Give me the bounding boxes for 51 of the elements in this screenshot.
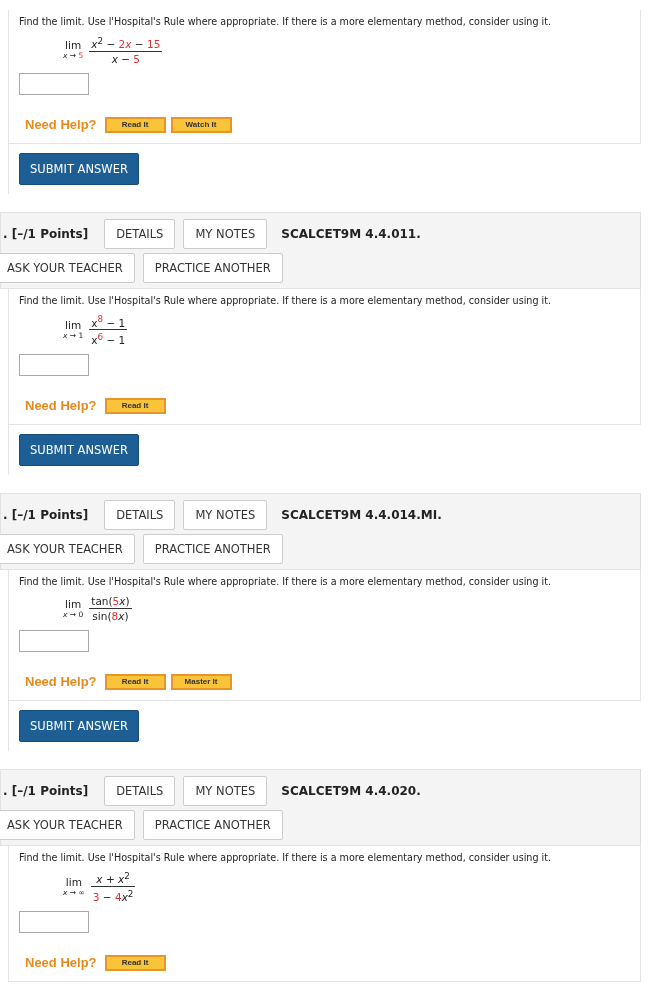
action-button[interactable]: PRACTICE ANOTHER (142, 809, 283, 840)
header-button[interactable]: MY NOTES (183, 775, 268, 806)
help-button[interactable]: Read It (104, 116, 166, 133)
question-code: SCALCET9M 4.4.020. (281, 783, 421, 798)
numerator: tan(5x) (90, 594, 131, 607)
question-code: SCALCET9M 4.4.014.MI. (281, 507, 442, 522)
denominator: sin(8x) (91, 609, 130, 622)
denominator: 3 − 4x$^{2}$ (91, 888, 135, 903)
header-button[interactable]: MY NOTES (183, 499, 268, 530)
header-button[interactable]: DETAILS (104, 775, 176, 806)
instruction-text: Find the limit. Use l'Hospital's Rule where appropriate. If there is a more elementary method, consider using it. (19, 16, 553, 27)
need-help-label: Need Help? (25, 955, 97, 970)
submit-button[interactable]: SUBMIT ANSWER (19, 433, 139, 466)
numerator: x$^{2}$ − 2x − 15 (90, 35, 162, 50)
answer-field[interactable] (19, 629, 89, 652)
limit-symbol: lim (65, 319, 82, 331)
limit-symbol: lim (65, 876, 82, 888)
numerator: x + x$^{2}$ (95, 870, 131, 885)
points-label: . [–/1 Points] (3, 507, 89, 522)
question-code: SCALCET9M 4.4.011. (281, 226, 421, 241)
instruction-text: Find the limit. Use l'Hospital's Rule where appropriate. If there is a more elementary method, consider using it. (19, 294, 553, 306)
answer-field[interactable] (19, 72, 89, 95)
need-help-label: Need Help? (25, 117, 97, 132)
need-help-label: Need Help? (25, 674, 97, 689)
help-button[interactable]: Read It (104, 673, 166, 690)
limit-symbol: lim (65, 39, 82, 52)
answer-field[interactable] (19, 353, 89, 376)
denominator: x − 5 (110, 52, 141, 65)
points-label: . [–/1 Points] (3, 783, 89, 798)
answer-field[interactable] (19, 910, 89, 933)
submit-button[interactable]: SUBMIT ANSWER (19, 152, 139, 185)
numerator: x$^{8}$ − 1 (90, 313, 127, 328)
denominator: x$^{6}$ − 1 (90, 331, 127, 346)
help-button[interactable]: Read It (104, 397, 166, 414)
need-help-label: Need Help? (25, 398, 97, 413)
points-label: . [–/1 Points] (3, 226, 89, 241)
limit-symbol: lim (65, 597, 82, 610)
header-button[interactable]: DETAILS (104, 499, 176, 530)
action-button[interactable]: ASK YOUR TEACHER (0, 533, 135, 564)
header-button[interactable]: MY NOTES (183, 218, 268, 249)
instruction-text: Find the limit. Use l'Hospital's Rule where appropriate. If there is a more elementary method, consider using it. (19, 575, 553, 587)
help-button[interactable]: Master It (170, 673, 232, 690)
help-button[interactable]: Watch It (170, 116, 232, 133)
action-button[interactable]: PRACTICE ANOTHER (142, 533, 283, 564)
action-button[interactable]: PRACTICE ANOTHER (142, 252, 283, 283)
action-button[interactable]: ASK YOUR TEACHER (0, 809, 135, 840)
instruction-text: Find the limit. Use l'Hospital's Rule where appropriate. If there is a more elementary method, consider using it. (19, 851, 553, 863)
action-button[interactable]: ASK YOUR TEACHER (0, 252, 135, 283)
help-button[interactable]: Read It (104, 954, 166, 971)
submit-button[interactable]: SUBMIT ANSWER (19, 709, 139, 742)
header-button[interactable]: DETAILS (104, 218, 176, 249)
